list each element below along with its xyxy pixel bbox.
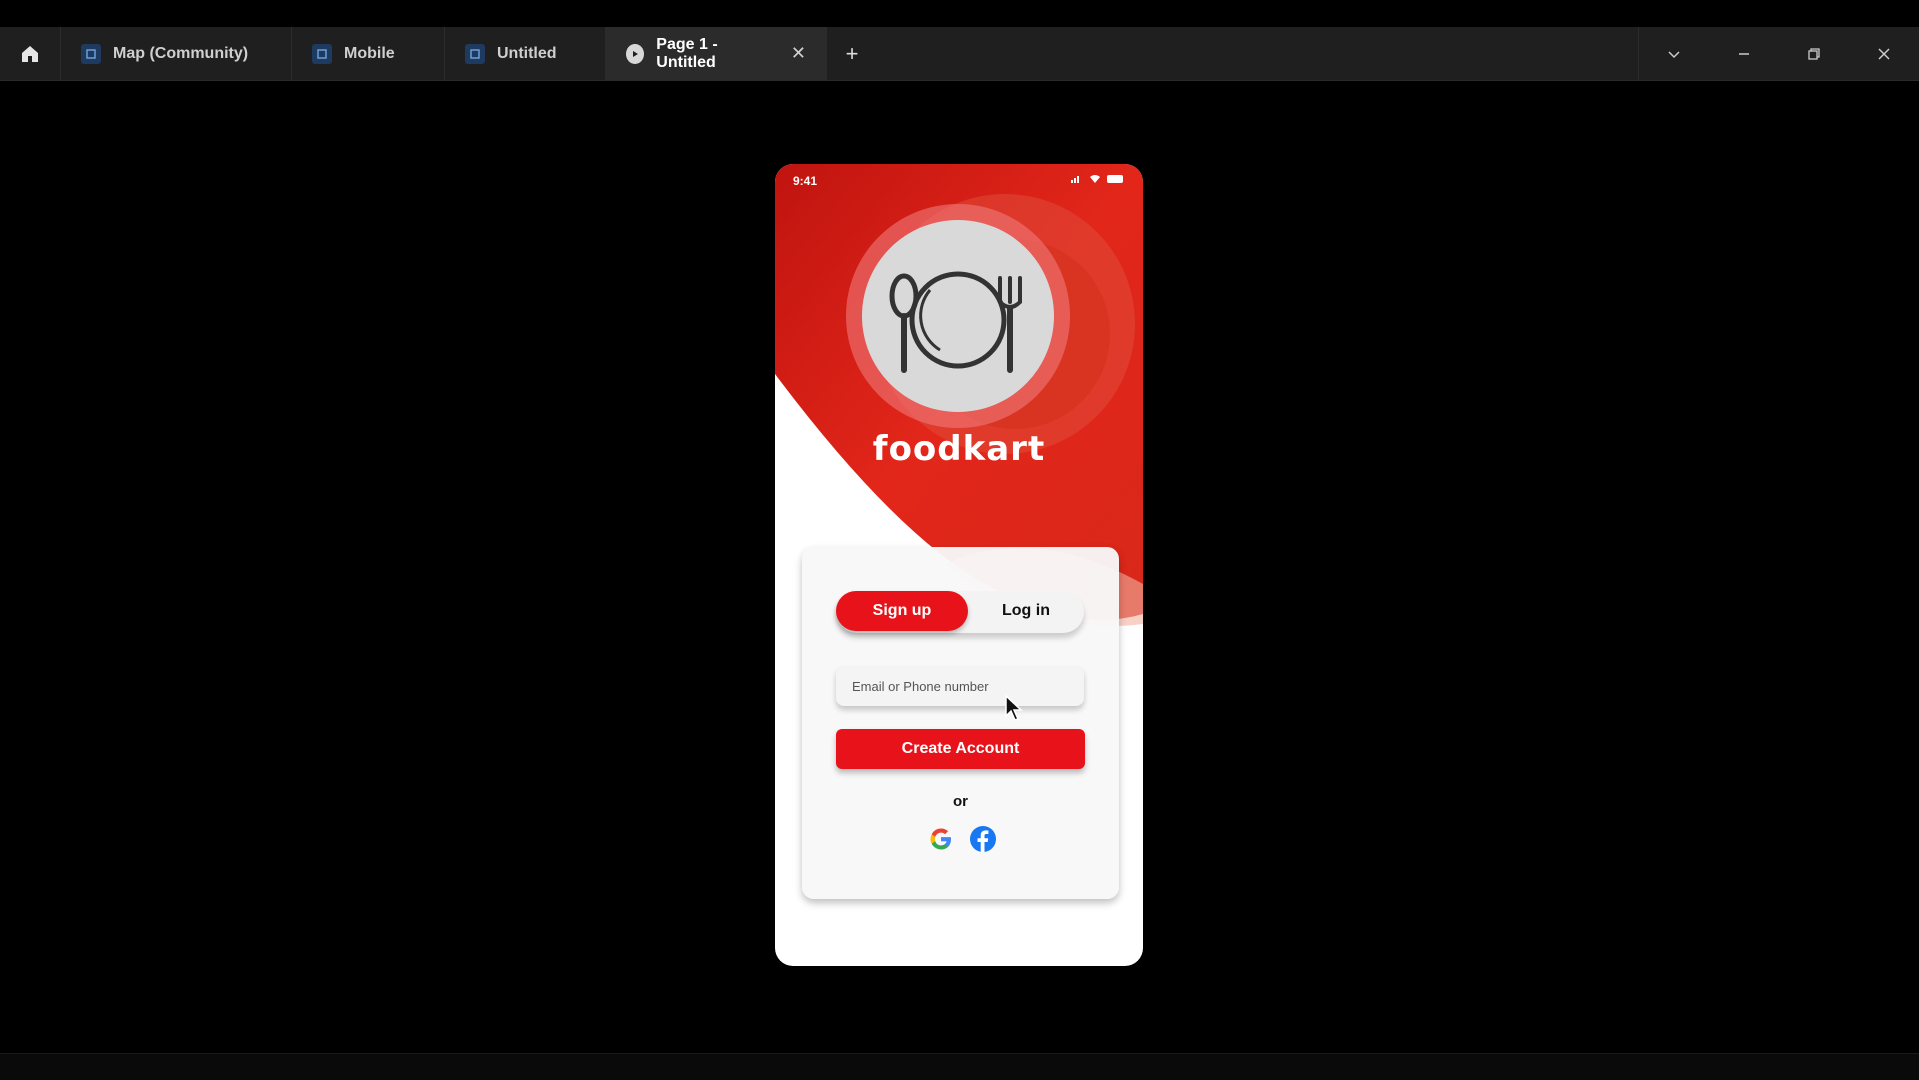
create-account-button[interactable]: Create Account <box>836 729 1085 769</box>
home-button[interactable] <box>0 27 61 80</box>
tab-label: Map (Community) <box>113 44 249 62</box>
window-bottom-edge <box>0 1053 1919 1080</box>
add-tab-button[interactable]: + <box>827 27 877 80</box>
figma-file-icon <box>81 43 101 64</box>
close-icon[interactable]: ✕ <box>791 43 806 64</box>
tab-untitled[interactable]: Untitled <box>445 27 606 80</box>
mobile-frame: 9:41 foodkart Sign up Log in Email or Ph… <box>775 164 1143 966</box>
minimize-icon <box>1739 52 1749 55</box>
plate-cutlery-icon <box>889 271 1022 373</box>
status-time: 9:41 <box>793 174 818 188</box>
play-icon <box>626 43 645 64</box>
figma-file-icon <box>312 43 332 64</box>
logo-plate <box>862 220 1054 412</box>
auth-toggle: Sign up Log in <box>836 591 1084 633</box>
or-divider: or <box>953 793 968 810</box>
tab-label: Untitled <box>497 44 557 62</box>
signal-icon <box>1071 175 1079 183</box>
status-bar: 9:41 <box>775 164 1143 196</box>
home-icon <box>22 45 38 62</box>
facebook-icon[interactable] <box>969 825 997 853</box>
tab-page1-untitled[interactable]: Page 1 - Untitled ✕ <box>606 27 827 80</box>
email-phone-input[interactable]: Email or Phone number <box>836 666 1084 706</box>
title-strip <box>0 0 1919 27</box>
tab-map-community[interactable]: Map (Community) <box>61 27 292 80</box>
restore-button[interactable] <box>1779 27 1849 80</box>
brand-title: foodkart <box>872 429 1046 469</box>
close-icon <box>1878 47 1890 60</box>
login-toggle-button[interactable]: Log in <box>968 591 1084 631</box>
signup-toggle-button[interactable]: Sign up <box>836 591 968 631</box>
tab-label: Page 1 - Untitled <box>656 35 718 71</box>
tab-label: Mobile <box>344 44 395 62</box>
chevron-down-icon <box>1668 50 1680 58</box>
figma-file-icon <box>465 43 485 64</box>
wifi-icon <box>1090 175 1100 183</box>
tab-bar-spacer <box>877 27 1638 80</box>
battery-icon <box>1107 174 1123 183</box>
plus-icon: + <box>845 40 859 66</box>
google-icon[interactable] <box>927 825 955 853</box>
tab-bar: Map (Community) Mobile Untitled Page 1 -… <box>0 27 1919 81</box>
window-controls <box>1638 27 1919 80</box>
restore-icon <box>1808 47 1820 60</box>
tab-list-button[interactable] <box>1639 27 1709 80</box>
minimize-button[interactable] <box>1709 27 1779 80</box>
mouse-cursor-icon <box>1005 694 1023 721</box>
social-login <box>927 825 997 853</box>
tab-mobile[interactable]: Mobile <box>292 27 445 80</box>
close-window-button[interactable] <box>1849 27 1919 80</box>
signup-card: Sign up Log in Email or Phone number Cre… <box>802 547 1119 899</box>
status-icons <box>1071 174 1125 183</box>
